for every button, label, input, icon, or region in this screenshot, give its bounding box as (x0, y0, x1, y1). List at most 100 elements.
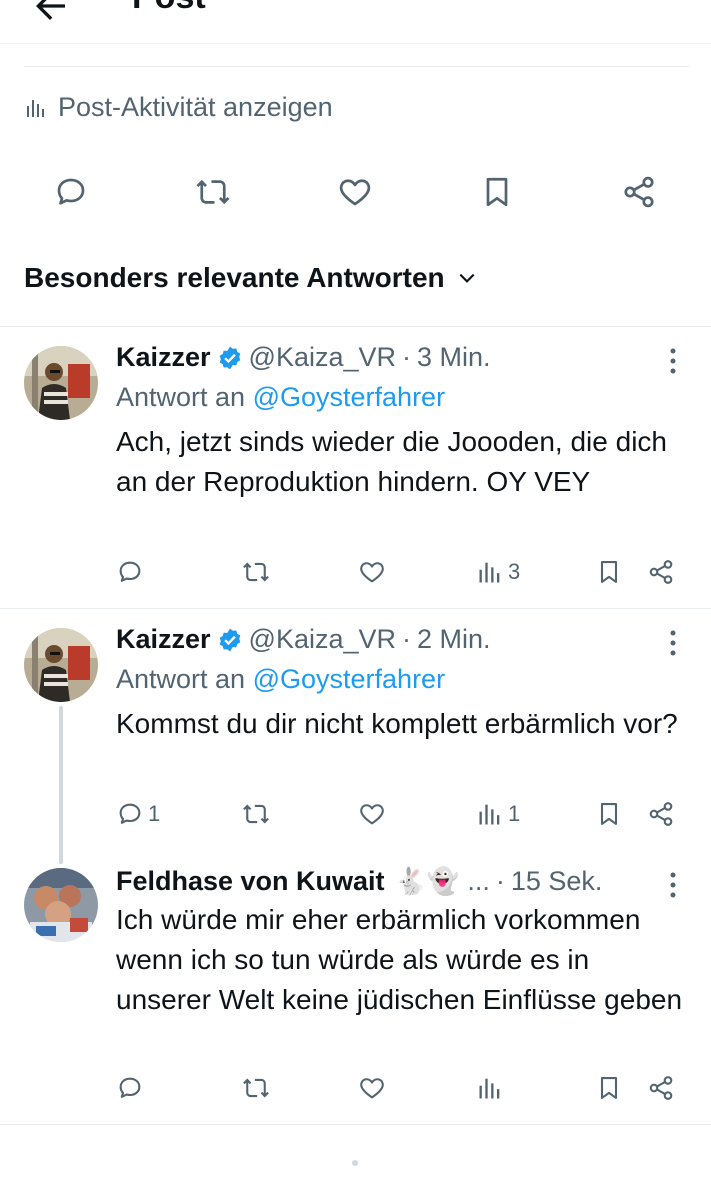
reply-button[interactable] (49, 170, 93, 214)
bookmark-button[interactable] (595, 1074, 623, 1102)
replies-sort-dropdown[interactable]: Besonders relevante Antworten (24, 262, 477, 294)
divider (0, 1124, 711, 1125)
verified-badge-icon (219, 346, 240, 369)
reply-text: Ach, jetzt sinds wieder die Joooden, die… (116, 426, 667, 497)
divider (0, 326, 711, 327)
heart-icon (360, 1078, 384, 1099)
post-action-bar (0, 170, 711, 218)
top-bar: Post (0, 0, 711, 44)
bookmark-button[interactable] (595, 800, 623, 828)
bookmark-icon (600, 1077, 618, 1099)
analytics-icon (27, 99, 44, 117)
reply-button[interactable]: 1 (116, 800, 160, 828)
avatar-image (24, 346, 98, 420)
separator-dot: · (402, 624, 412, 654)
view-count: 1 (508, 801, 521, 826)
comment-icon (57, 178, 85, 205)
divider (0, 608, 711, 609)
more-options-icon[interactable] (663, 870, 683, 900)
repost-icon (243, 804, 269, 824)
views-button[interactable]: 1 (476, 800, 520, 828)
bookmark-icon (600, 561, 618, 583)
repost-button[interactable] (242, 800, 270, 828)
reply-action-bar: 1 1 (0, 800, 711, 836)
sort-label: Besonders relevante Antworten (24, 262, 445, 293)
timestamp[interactable]: 3 Min. (417, 342, 491, 373)
share-button[interactable] (647, 1074, 675, 1102)
author-handle[interactable]: @Kaiza_VR (249, 624, 396, 655)
reply-button[interactable] (116, 558, 148, 586)
replying-prefix: Antwort an (116, 382, 246, 412)
analytics-icon (479, 562, 500, 583)
back-arrow-icon[interactable] (30, 0, 70, 26)
mention-link[interactable]: @Goysterfahrer (253, 664, 445, 694)
comment-icon (119, 1077, 141, 1098)
comment-icon (119, 803, 141, 824)
repost-icon (243, 562, 269, 582)
reply-text: Ich würde mir eher erbärmlich vorkommen … (116, 904, 683, 1015)
share-button[interactable] (647, 800, 675, 828)
repost-button[interactable] (242, 1074, 270, 1102)
author-handle[interactable]: @Kaiza_VR (249, 342, 396, 373)
separator-dot: · (495, 866, 505, 896)
chevron-down-icon (459, 273, 475, 283)
reply-header: Kaizzer @Kaiza_VR · 3 Min. (116, 342, 671, 373)
view-count: 3 (508, 559, 521, 584)
loading-indicator (352, 1160, 358, 1166)
avatar[interactable] (24, 868, 98, 942)
bookmark-icon (600, 803, 618, 825)
bookmark-button[interactable] (475, 170, 519, 214)
reply-button[interactable] (116, 1074, 148, 1102)
more-options-icon[interactable] (663, 628, 683, 658)
replying-to: Antwort an @Goysterfahrer (116, 382, 445, 413)
share-icon (624, 176, 654, 208)
repost-icon (243, 1078, 269, 1098)
analytics-icon (479, 804, 500, 825)
mention-link[interactable]: @Goysterfahrer (253, 382, 445, 412)
reply-header: Feldhase von Kuwait 🐇👻 ... · 15 Sek. (116, 866, 671, 897)
repost-button[interactable] (242, 558, 270, 586)
share-icon (649, 1076, 673, 1100)
share-button[interactable] (617, 170, 661, 214)
avatar[interactable] (24, 628, 98, 702)
share-icon (649, 560, 673, 584)
post-activity-link[interactable]: Post-Aktivität anzeigen (24, 92, 333, 123)
reply-count: 1 (148, 801, 161, 826)
bookmark-button[interactable] (595, 558, 623, 586)
page-title: Post (132, 0, 206, 17)
name-truncation: ... (467, 866, 490, 896)
heart-icon (360, 804, 384, 825)
reply-text: Kommst du dir nicht komplett erbärmlich … (116, 708, 678, 739)
replying-prefix: Antwort an (116, 664, 246, 694)
like-button[interactable] (333, 170, 377, 214)
timestamp[interactable]: 15 Sek. (511, 866, 603, 897)
repost-button[interactable] (191, 170, 235, 214)
author-name[interactable]: Kaizzer (116, 342, 211, 373)
share-button[interactable] (647, 558, 675, 586)
verified-badge-icon (219, 628, 240, 651)
like-button[interactable] (358, 558, 386, 586)
views-button[interactable]: 3 (476, 558, 520, 586)
reply-action-bar (0, 1074, 711, 1110)
heart-icon (339, 179, 371, 206)
thread-connector (59, 706, 63, 864)
reply-action-bar: 3 (0, 558, 711, 594)
avatar[interactable] (24, 346, 98, 420)
heart-icon (360, 562, 384, 583)
comment-icon (119, 561, 141, 582)
like-button[interactable] (358, 800, 386, 828)
share-icon (649, 802, 673, 826)
author-name[interactable]: Kaizzer (116, 624, 211, 655)
analytics-icon (479, 1078, 500, 1099)
timestamp[interactable]: 2 Min. (417, 624, 491, 655)
divider (24, 66, 689, 67)
bookmark-icon (486, 177, 508, 207)
post-activity-label: Post-Aktivität anzeigen (58, 92, 333, 122)
more-options-icon[interactable] (663, 346, 683, 376)
avatar-image (24, 628, 98, 702)
author-name[interactable]: Feldhase von Kuwait (116, 866, 385, 897)
like-button[interactable] (358, 1074, 386, 1102)
views-button[interactable] (476, 1074, 508, 1102)
separator-dot: · (402, 342, 412, 372)
avatar-image (24, 868, 98, 942)
